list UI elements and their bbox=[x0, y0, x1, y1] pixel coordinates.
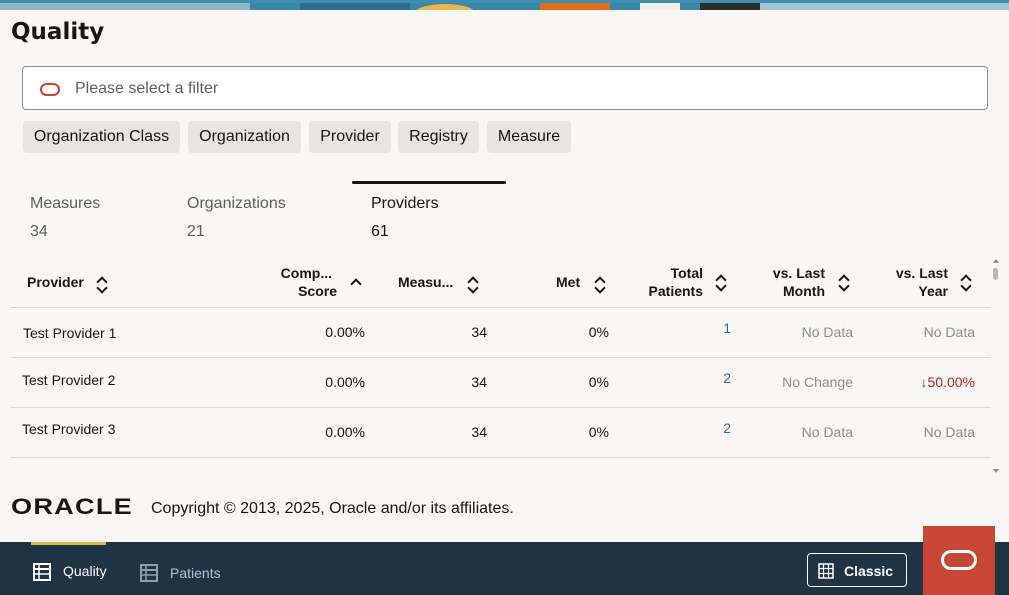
active-tab-indicator bbox=[352, 181, 506, 184]
table-scrollbar[interactable] bbox=[991, 258, 1001, 474]
oracle-launcher-button[interactable] bbox=[923, 526, 995, 595]
metric-value: 61 bbox=[371, 223, 389, 240]
chip-provider[interactable]: Provider bbox=[309, 121, 391, 153]
nav-item-patients[interactable]: Patients bbox=[138, 542, 228, 595]
metric-label: Measures bbox=[30, 195, 101, 212]
metric-organizations[interactable]: Organizations 21 bbox=[187, 195, 286, 241]
svg-text:ORACLE: ORACLE bbox=[11, 497, 133, 517]
cell-met: 0% bbox=[588, 424, 609, 440]
header-label: vs. Last bbox=[772, 265, 825, 281]
header-label: Score bbox=[298, 283, 337, 299]
chip-registry[interactable]: Registry bbox=[398, 121, 479, 153]
column-header-provider[interactable]: Provider bbox=[27, 273, 108, 294]
cell-vs-month: No Change bbox=[782, 374, 853, 390]
copyright-text: Copyright © 2013, 2025, Oracle and/or it… bbox=[151, 500, 514, 517]
cell-met: 0% bbox=[588, 374, 609, 390]
cell-score: 0.00% bbox=[325, 374, 365, 390]
oracle-ring-icon bbox=[941, 550, 977, 570]
cell-provider: Test Provider 2 bbox=[22, 372, 116, 388]
sort-icon bbox=[467, 276, 479, 294]
cell-score: 0.00% bbox=[325, 324, 365, 340]
column-header-met[interactable]: Met bbox=[556, 273, 606, 294]
header-label: Provider bbox=[27, 274, 84, 290]
cell-patients-link[interactable]: 2 bbox=[700, 420, 731, 436]
table-icon bbox=[33, 563, 51, 581]
column-header-measures[interactable]: Measu... bbox=[398, 273, 479, 294]
oracle-ring-icon bbox=[40, 83, 60, 96]
cell-vs-month: No Data bbox=[801, 324, 853, 340]
cell-vs-year: ↓50.00% bbox=[890, 374, 975, 390]
sort-icon bbox=[715, 274, 727, 292]
cell-patients-link[interactable]: 2 bbox=[700, 370, 731, 386]
cell-patients-link[interactable]: 1 bbox=[700, 320, 731, 336]
divider bbox=[11, 307, 991, 308]
cell-provider: Test Provider 1 bbox=[23, 325, 117, 341]
chip-organization-class[interactable]: Organization Class bbox=[23, 121, 180, 153]
metric-label: Organizations bbox=[187, 195, 286, 212]
decorative-banner bbox=[0, 0, 1009, 10]
header-label: Total bbox=[670, 265, 703, 281]
divider bbox=[11, 457, 991, 458]
sort-icon bbox=[96, 276, 108, 294]
grid-icon bbox=[818, 563, 834, 579]
chip-measure[interactable]: Measure bbox=[487, 121, 571, 153]
divider bbox=[11, 357, 991, 358]
chip-organization[interactable]: Organization bbox=[188, 121, 301, 153]
metric-providers[interactable]: Providers 61 bbox=[371, 195, 439, 241]
filter-search-input[interactable]: Please select a filter bbox=[22, 66, 988, 110]
nav-label: Patients bbox=[170, 565, 221, 581]
sort-icon bbox=[838, 274, 850, 292]
cell-met: 0% bbox=[588, 324, 609, 340]
cell-measures: 34 bbox=[471, 324, 487, 340]
table-icon bbox=[140, 564, 158, 582]
scrollbar-thumb[interactable] bbox=[993, 268, 998, 280]
sort-icon bbox=[594, 276, 606, 294]
header-label: Comp... bbox=[280, 265, 332, 281]
cell-vs-year: No Data bbox=[923, 424, 975, 440]
classic-button[interactable]: Classic bbox=[807, 553, 907, 587]
oracle-logo: ORACLE bbox=[11, 494, 135, 522]
trend-down-icon: ↓ bbox=[920, 374, 928, 390]
classic-label: Classic bbox=[844, 563, 894, 579]
nav-label: Quality bbox=[63, 563, 107, 579]
filter-placeholder: Please select a filter bbox=[75, 80, 219, 97]
nav-item-quality[interactable]: Quality bbox=[31, 542, 111, 595]
header-label: Year bbox=[918, 283, 948, 299]
header-label: Patients bbox=[648, 283, 703, 299]
page-title: Quality bbox=[11, 19, 105, 45]
cell-vs-month: No Data bbox=[801, 424, 853, 440]
header-label: Met bbox=[556, 274, 581, 290]
cell-measures: 34 bbox=[471, 374, 487, 390]
cell-vs-year-value: 50.00% bbox=[927, 374, 975, 390]
cell-patients-partial: - bbox=[726, 466, 731, 474]
cell-vs-year: No Data bbox=[923, 324, 975, 340]
metric-measures[interactable]: Measures 34 bbox=[30, 195, 100, 241]
header-label: vs. Last bbox=[895, 265, 948, 281]
header-label: Measu... bbox=[398, 274, 454, 290]
cell-score: 0.00% bbox=[325, 424, 365, 440]
metric-value: 34 bbox=[30, 223, 48, 240]
scrollbar-arrows-icon bbox=[993, 259, 999, 473]
metric-value: 21 bbox=[187, 223, 205, 240]
divider bbox=[11, 407, 991, 408]
sort-ascending-icon bbox=[350, 276, 362, 290]
cell-measures: 34 bbox=[471, 424, 487, 440]
cell-provider: Test Provider 3 bbox=[22, 421, 116, 437]
metric-label: Providers bbox=[371, 195, 439, 212]
sort-icon bbox=[960, 274, 972, 292]
header-label: Month bbox=[783, 283, 825, 299]
